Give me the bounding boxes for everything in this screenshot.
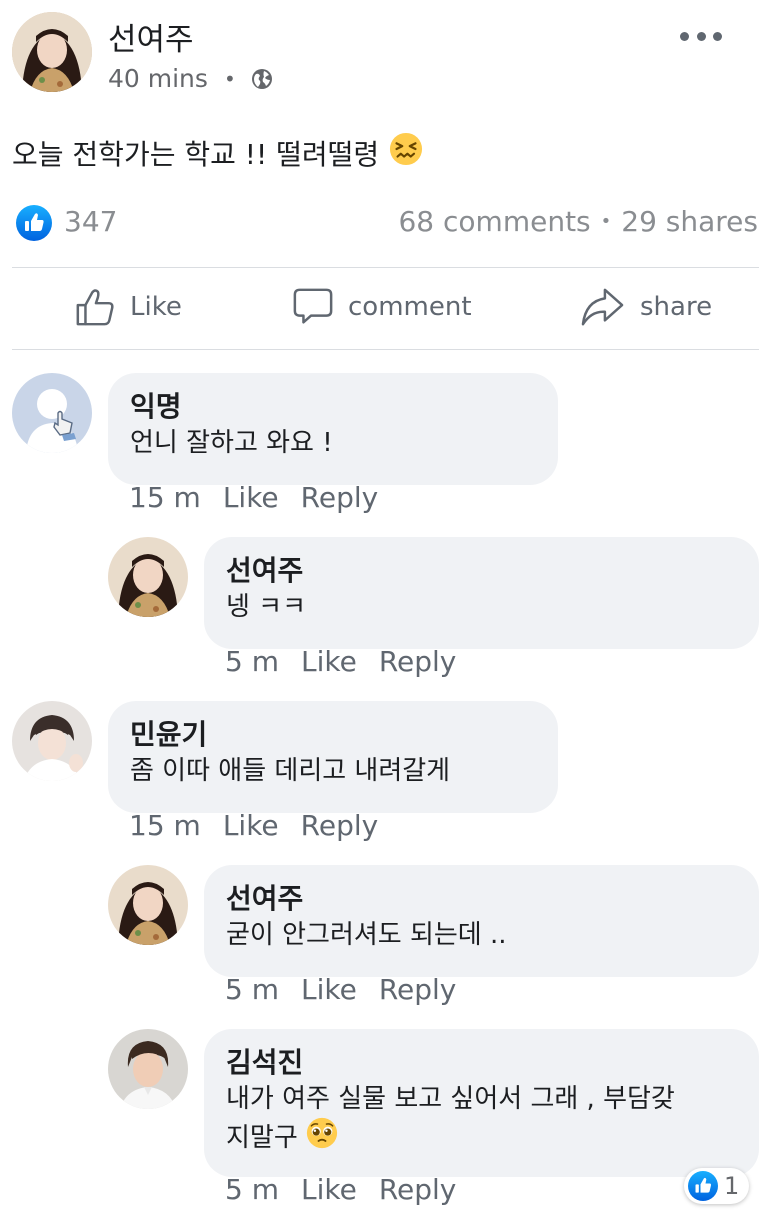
commenter-name[interactable]: 선여주 xyxy=(226,553,737,589)
shares-count[interactable]: 29 shares xyxy=(621,205,758,238)
post-meta: 40 mins • xyxy=(108,64,274,93)
comment-like-link[interactable]: Like xyxy=(301,1173,357,1206)
post-text: 오늘 전학가는 학교 !! 떨려떨령 xyxy=(12,132,423,173)
like-count[interactable]: 347 xyxy=(64,205,117,238)
comment-like-link[interactable]: Like xyxy=(301,645,357,678)
comment-time: 5 m xyxy=(225,645,279,678)
author-name[interactable]: 선여주 xyxy=(108,14,194,59)
comment-reply-link[interactable]: Reply xyxy=(301,809,379,842)
author-avatar[interactable] xyxy=(12,12,92,92)
commenter-name[interactable]: 선여주 xyxy=(226,881,737,917)
post-time[interactable]: 40 mins xyxy=(108,64,208,93)
thumbs-up-icon xyxy=(76,289,114,326)
comment-like-link[interactable]: Like xyxy=(301,973,357,1006)
commenter-avatar-anonymous[interactable] xyxy=(12,373,92,453)
comment-text: 언니 잘하고 와요 ! xyxy=(130,428,333,458)
comment-label: comment xyxy=(348,292,472,322)
comment-text: 굳이 안그러셔도 되는데 .. xyxy=(226,920,507,950)
share-arrow-icon xyxy=(581,288,624,326)
commenter-name[interactable]: 김석진 xyxy=(226,1045,737,1081)
pleading-face-emoji xyxy=(306,1117,338,1159)
comment-actions: 5 m Like Reply xyxy=(225,973,478,1006)
comment-time: 15 m xyxy=(129,481,201,514)
separator-dot: • xyxy=(600,211,612,232)
comment-actions: 5 m Like Reply xyxy=(225,1173,478,1206)
like-label: Like xyxy=(130,292,182,322)
comment-time: 5 m xyxy=(225,973,279,1006)
comment-text: 내가 여주 실물 보고 싶어서 그래 , 부담갖 xyxy=(226,1084,675,1114)
comment-reaction-count: 1 xyxy=(724,1172,740,1200)
confounded-face-emoji xyxy=(389,132,423,173)
share-button[interactable]: share xyxy=(580,286,712,328)
comment-reaction-badge[interactable]: 1 xyxy=(684,1168,750,1204)
comment-icon xyxy=(293,288,333,324)
comment-actions: 15 m Like Reply xyxy=(129,809,400,842)
commenter-avatar-sun-yeoju[interactable] xyxy=(108,537,188,617)
reactions-bar: 347 68 comments • 29 shares xyxy=(0,195,771,255)
post-header: 선여주 40 mins • xyxy=(0,0,771,110)
comment-text: 넹 ㅋㅋ xyxy=(226,592,307,622)
comment-reply-link[interactable]: Reply xyxy=(379,1173,457,1206)
commenter-avatar-min-yoongi[interactable] xyxy=(12,701,92,781)
meta-separator: • xyxy=(223,66,236,91)
commenter-avatar-sun-yeoju[interactable] xyxy=(108,865,188,945)
comment-text-continued: 지말구 xyxy=(226,1123,298,1153)
comment-bubble: 선여주 넹 ㅋㅋ xyxy=(204,537,759,649)
comment-text: 좀 이따 애들 데리고 내려갈게 xyxy=(130,756,451,786)
like-reaction-icon xyxy=(688,1171,718,1201)
globe-icon xyxy=(250,67,274,91)
comments-count[interactable]: 68 comments xyxy=(398,205,590,238)
comment-time: 15 m xyxy=(129,809,201,842)
share-label: share xyxy=(640,292,713,322)
comment-bubble: 민윤기 좀 이따 애들 데리고 내려갈게 xyxy=(108,701,558,813)
more-options-icon[interactable] xyxy=(680,24,722,48)
comment-reply-link[interactable]: Reply xyxy=(379,645,457,678)
comment-time: 5 m xyxy=(225,1173,279,1206)
comment-bubble: 김석진 내가 여주 실물 보고 싶어서 그래 , 부담갖 지말구 xyxy=(204,1029,759,1177)
commenter-name[interactable]: 민윤기 xyxy=(130,717,536,753)
comment-text-line2: 지말구 xyxy=(226,1117,737,1159)
post-text-content: 오늘 전학가는 학교 !! 떨려떨령 xyxy=(12,137,380,171)
commenter-name[interactable]: 익명 xyxy=(130,389,536,425)
like-reaction-icon[interactable] xyxy=(16,205,52,241)
commenter-avatar-kim-seokjin[interactable] xyxy=(108,1029,188,1109)
comment-button[interactable]: comment xyxy=(292,286,472,328)
comment-like-link[interactable]: Like xyxy=(223,809,279,842)
comment-bubble: 익명 언니 잘하고 와요 ! xyxy=(108,373,558,485)
like-button[interactable]: Like xyxy=(74,286,182,328)
comments-shares: 68 comments • 29 shares xyxy=(398,205,758,238)
comment-bubble: 선여주 굳이 안그러셔도 되는데 .. xyxy=(204,865,759,977)
comment-like-link[interactable]: Like xyxy=(223,481,279,514)
comment-actions: 5 m Like Reply xyxy=(225,645,478,678)
comment-reply-link[interactable]: Reply xyxy=(379,973,457,1006)
comment-actions: 15 m Like Reply xyxy=(129,481,400,514)
comment-reply-link[interactable]: Reply xyxy=(301,481,379,514)
divider-bottom xyxy=(12,349,759,350)
action-bar: Like comment share xyxy=(0,268,771,348)
